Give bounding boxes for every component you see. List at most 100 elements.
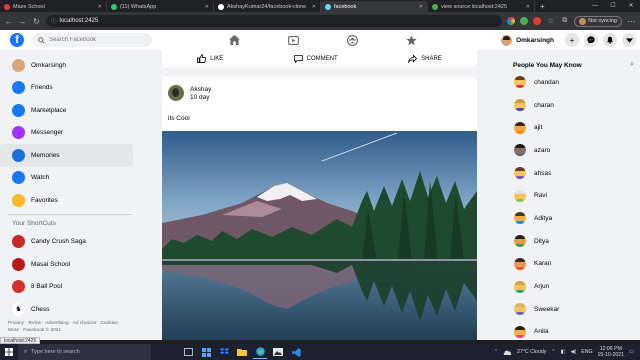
messenger-button[interactable] bbox=[584, 33, 598, 47]
address-bar[interactable]: ⓘ localhost:2425 bbox=[46, 15, 503, 27]
person-sweekar[interactable]: Sweekar bbox=[500, 298, 640, 321]
create-button[interactable]: + bbox=[565, 33, 579, 47]
person-chandan[interactable]: chandan bbox=[500, 71, 640, 94]
collections-icon[interactable]: ⧉ bbox=[560, 17, 569, 25]
tab-close-icon[interactable]: ✕ bbox=[419, 4, 423, 10]
info-icon[interactable]: ⓘ bbox=[51, 17, 57, 25]
shortcut-masai-school[interactable]: Masai School bbox=[0, 253, 140, 276]
suggestions-title: People You May Know bbox=[513, 61, 582, 69]
extension-icon[interactable] bbox=[507, 17, 516, 25]
tab-favicon-icon bbox=[218, 3, 224, 10]
profile-chip[interactable]: Omkarsingh bbox=[501, 34, 554, 46]
photos-icon[interactable] bbox=[271, 345, 285, 359]
sidebar-item-omkarsingh[interactable]: Omkarsingh bbox=[0, 54, 140, 77]
search-icon[interactable]: ⌕ bbox=[630, 61, 634, 69]
person-azaro[interactable]: azaro bbox=[500, 139, 640, 162]
minimize-icon[interactable]: — bbox=[586, 0, 604, 12]
close-window-icon[interactable]: ✕ bbox=[622, 0, 640, 12]
person-anila[interactable]: Anila bbox=[500, 321, 640, 344]
person-ditya[interactable]: Ditya bbox=[500, 230, 640, 253]
browser-tab-2[interactable]: (11) WhatsApp ✕ bbox=[107, 1, 214, 12]
task-view-icon[interactable] bbox=[181, 345, 195, 359]
forward-icon[interactable]: → bbox=[18, 17, 27, 26]
share-button[interactable]: SHARE bbox=[408, 54, 442, 63]
weather-text[interactable]: 27°C Cloudy bbox=[517, 349, 546, 355]
sidebar-item-favorites[interactable]: Favorites bbox=[0, 189, 140, 212]
shortcut-chess[interactable]: ♞ Chess bbox=[0, 298, 140, 321]
tab-close-icon[interactable]: ✕ bbox=[312, 4, 316, 10]
browser-menu-icon[interactable]: ⋯ bbox=[627, 17, 636, 26]
tab-close-icon[interactable]: ✕ bbox=[205, 4, 209, 10]
person-ajit[interactable]: ajit bbox=[500, 116, 640, 139]
search-icon: ⌕ bbox=[24, 348, 28, 355]
notifications-button[interactable] bbox=[603, 33, 617, 47]
search-icon bbox=[38, 36, 45, 44]
notification-center-icon[interactable]: ▭ bbox=[629, 349, 634, 355]
network-icon[interactable]: ◧ bbox=[561, 349, 566, 355]
person-avatar-icon bbox=[514, 99, 526, 112]
widgets-icon[interactable] bbox=[199, 345, 213, 359]
messenger-icon bbox=[12, 126, 25, 140]
comment-button[interactable]: COMMENT bbox=[293, 54, 338, 63]
person-arjun[interactable]: Arjun bbox=[500, 275, 640, 298]
search-box[interactable] bbox=[32, 33, 152, 47]
person-charan[interactable]: charan bbox=[500, 94, 640, 117]
sidebar-item-messenger[interactable]: Messenger bbox=[0, 122, 140, 145]
person-aditya[interactable]: Aditya bbox=[500, 207, 640, 230]
shortcut-candy-crush-saga[interactable]: Candy Crush Saga bbox=[0, 231, 140, 254]
nav-watch[interactable] bbox=[264, 30, 323, 50]
author-avatar[interactable] bbox=[168, 85, 184, 101]
back-icon[interactable]: ← bbox=[4, 17, 13, 26]
taskbar-search[interactable]: ⌕ Type here to search bbox=[18, 344, 151, 360]
tab-close-icon[interactable]: ✕ bbox=[526, 4, 530, 10]
sidebar-item-marketplace[interactable]: Marketplace bbox=[0, 99, 140, 122]
post-image[interactable] bbox=[162, 131, 477, 340]
show-hidden-icon[interactable]: ⌃ bbox=[494, 349, 498, 355]
sidebar-item-label: Messenger bbox=[31, 129, 64, 137]
vscode-icon[interactable] bbox=[289, 345, 303, 359]
tab-favicon-icon bbox=[4, 3, 10, 10]
facebook-logo-icon[interactable]: f bbox=[10, 33, 24, 47]
bell-icon bbox=[606, 36, 614, 44]
shortcut-label: Chess bbox=[31, 305, 50, 313]
sidebar-item-friends[interactable]: Friends bbox=[0, 77, 140, 100]
share-label: SHARE bbox=[421, 55, 442, 62]
clock[interactable]: 12:06 PM 15-10-2021 bbox=[598, 346, 625, 358]
browser-tab-3[interactable]: AkshayKumar24/facebook-clone ✕ bbox=[214, 1, 321, 12]
bookmark-star-icon[interactable]: ☆ bbox=[546, 17, 555, 25]
reload-icon[interactable]: ↻ bbox=[32, 17, 41, 26]
sidebar-item-memories[interactable]: Memories bbox=[0, 144, 133, 167]
extension-icon[interactable] bbox=[520, 17, 529, 25]
post-author[interactable]: Akshay bbox=[190, 86, 211, 93]
browser-tab-1[interactable]: Maze School ✕ bbox=[0, 1, 107, 12]
person-ravi[interactable]: Ravi bbox=[500, 184, 640, 207]
browser-tab-4[interactable]: facebook ✕ bbox=[321, 1, 428, 12]
extension-icon[interactable] bbox=[533, 17, 542, 25]
like-button[interactable]: LIKE bbox=[197, 54, 223, 63]
new-tab-button[interactable]: + bbox=[535, 1, 550, 12]
language-indicator[interactable]: ENG bbox=[581, 349, 592, 355]
dropbox-icon[interactable] bbox=[217, 345, 231, 359]
nav-groups[interactable] bbox=[323, 30, 382, 50]
file-explorer-icon[interactable] bbox=[235, 345, 249, 359]
tab-title: Maze School bbox=[13, 3, 45, 10]
browser-tab-5[interactable]: view source:localhost:2425 ✕ bbox=[428, 1, 535, 12]
sidebar-item-watch[interactable]: Watch bbox=[0, 167, 140, 190]
account-menu-button[interactable] bbox=[622, 33, 636, 47]
volume-icon[interactable]: ◀) bbox=[571, 349, 577, 355]
edge-browser-icon[interactable] bbox=[253, 345, 267, 359]
shortcut-8-ball-pool[interactable]: 8 Ball Pool bbox=[0, 276, 140, 299]
tab-favicon-icon bbox=[111, 3, 117, 10]
person-karan[interactable]: Karan bbox=[500, 253, 640, 276]
tab-close-icon[interactable]: ✕ bbox=[98, 4, 102, 10]
person-ahsas[interactable]: ahsas bbox=[500, 162, 640, 185]
footer-links: Privacy · Terms · Advertising · Ad choic… bbox=[8, 321, 121, 333]
search-input[interactable] bbox=[49, 37, 139, 43]
nav-home[interactable] bbox=[205, 30, 264, 50]
shortcut-label: 8 Ball Pool bbox=[31, 283, 63, 291]
maximize-icon[interactable]: ☐ bbox=[604, 0, 622, 12]
profile-sync-button[interactable]: Not syncing bbox=[574, 15, 622, 27]
nav-favorites[interactable] bbox=[382, 30, 441, 50]
start-button[interactable] bbox=[0, 344, 18, 360]
up-arrow-icon[interactable]: ⌃ bbox=[551, 349, 555, 355]
